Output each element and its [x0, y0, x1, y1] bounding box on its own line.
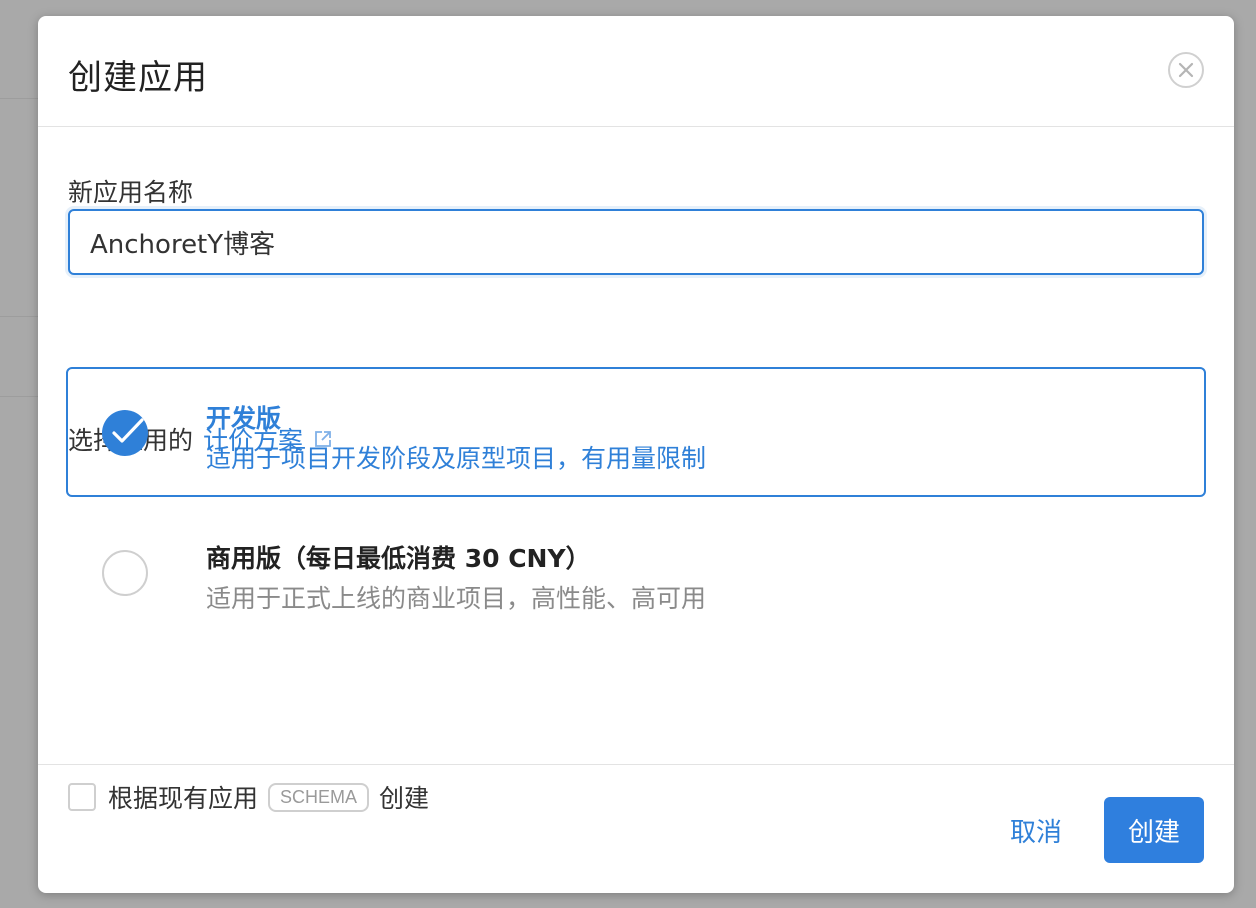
plan-name: 开发版 [206, 404, 282, 433]
plan-option-commercial[interactable]: 商用版（每日最低消费 30 CNY） 适用于正式上线的商业项目，高性能、高可用 [66, 507, 1206, 637]
plan-radio-selected[interactable] [102, 410, 148, 456]
checkmark-icon [112, 418, 144, 443]
app-name-label: 新应用名称 [68, 178, 194, 207]
dialog-title: 创建应用 [68, 58, 208, 98]
background-divider [0, 98, 40, 99]
plan-description: 适用于项目开发阶段及原型项目，有用量限制 [206, 444, 707, 473]
plan-description: 适用于正式上线的商业项目，高性能、高可用 [206, 584, 707, 613]
background-divider [0, 316, 40, 317]
dialog-header: 创建应用 [38, 16, 1234, 127]
close-button[interactable] [1168, 52, 1204, 88]
plan-radio-unselected[interactable] [102, 550, 148, 596]
close-icon [1178, 62, 1194, 78]
cancel-button[interactable]: 取消 [1010, 801, 1062, 865]
create-app-dialog: 创建应用 新应用名称 选择应用的 计价方案 [38, 16, 1234, 893]
app-name-input[interactable] [68, 209, 1204, 275]
create-button[interactable]: 创建 [1104, 797, 1204, 863]
plan-option-dev[interactable]: 开发版 适用于项目开发阶段及原型项目，有用量限制 [66, 367, 1206, 497]
dialog-footer: 取消 创建 [38, 765, 1234, 893]
plan-name: 商用版（每日最低消费 30 CNY） [206, 544, 591, 573]
dialog-body: 新应用名称 选择应用的 计价方案 开发版 适用于项目开发阶段及原型项目，有用量限… [38, 127, 1234, 813]
background-divider [0, 396, 40, 397]
